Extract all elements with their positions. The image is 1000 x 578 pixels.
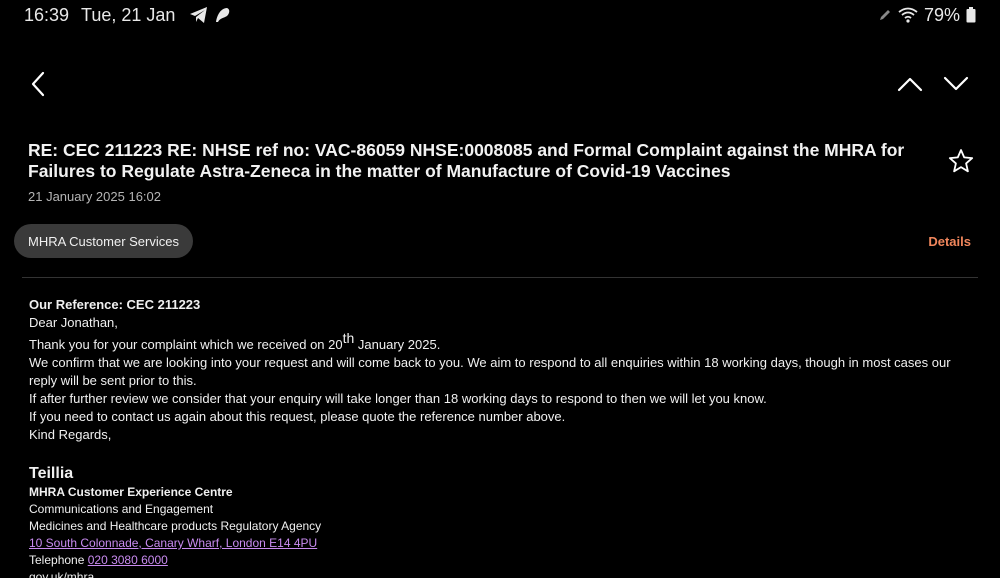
details-link[interactable]: Details (928, 234, 971, 249)
signature-web: gov.uk/mhra (29, 570, 95, 578)
pen-icon (879, 10, 890, 20)
email-toolbar (0, 64, 1000, 104)
next-email-button[interactable] (942, 70, 970, 98)
battery-level: 79% (923, 4, 960, 25)
chevron-down-icon (943, 76, 969, 91)
signature-agency: Medicines and Healthcare products Regula… (29, 519, 322, 533)
signature-address-line: 10 South Colonnade, Canary Wharf, London… (29, 535, 970, 552)
signature-org: MHRA Customer Experience Centre (29, 485, 233, 499)
body-line-confirm: We confirm that we are looking into your… (29, 355, 951, 388)
reference-line: Our Reference: CEC 211223 (29, 297, 201, 312)
chevron-left-icon (31, 71, 45, 97)
status-time: 16:39 (24, 4, 70, 25)
body-line-review: If after further review we consider that… (29, 391, 767, 406)
divider (22, 277, 978, 278)
chevron-up-icon (897, 77, 923, 92)
signature-name: Teillia (29, 465, 74, 482)
telegram-icon (190, 7, 208, 23)
battery-icon (966, 7, 976, 23)
ordinal-suffix: th (342, 330, 355, 346)
status-right: 79% (878, 0, 976, 30)
previous-email-button[interactable] (896, 70, 924, 98)
notification-icons (189, 6, 231, 24)
telephone-link[interactable]: 020 3080 6000 (88, 553, 168, 567)
signature-telephone-line: Telephone 020 3080 6000 (29, 552, 970, 569)
status-bar: 16:39 Tue, 21 Jan (0, 0, 1000, 30)
email-date: 21 January 2025 16:02 (28, 189, 161, 204)
wifi-icon (898, 7, 918, 23)
status-date: Tue, 21 Jan (81, 4, 176, 25)
body-line-received: Thank you for your complaint which we re… (29, 331, 970, 354)
star-button[interactable] (948, 148, 974, 174)
signature-dept: Communications and Engagement (29, 502, 214, 516)
body-line-contact: If you need to contact us again about th… (29, 409, 566, 424)
email-subject: RE: CEC 211223 RE: NHSE ref no: VAC-8605… (28, 140, 905, 181)
greeting: Dear Jonathan, (29, 315, 118, 330)
received-month: January 2025. (354, 337, 441, 352)
address-link[interactable]: 10 South Colonnade, Canary Wharf, London… (29, 536, 317, 550)
telephone-label: Telephone (29, 553, 88, 567)
received-text: Thank you for your complaint which we re… (29, 337, 343, 352)
sender-chip[interactable]: MHRA Customer Services (14, 224, 193, 258)
back-button[interactable] (24, 70, 52, 98)
app-icon (216, 8, 230, 22)
email-body: Our Reference: CEC 211223 Dear Jonathan,… (29, 296, 970, 578)
star-icon (948, 149, 974, 173)
signoff: Kind Regards, (29, 427, 112, 442)
